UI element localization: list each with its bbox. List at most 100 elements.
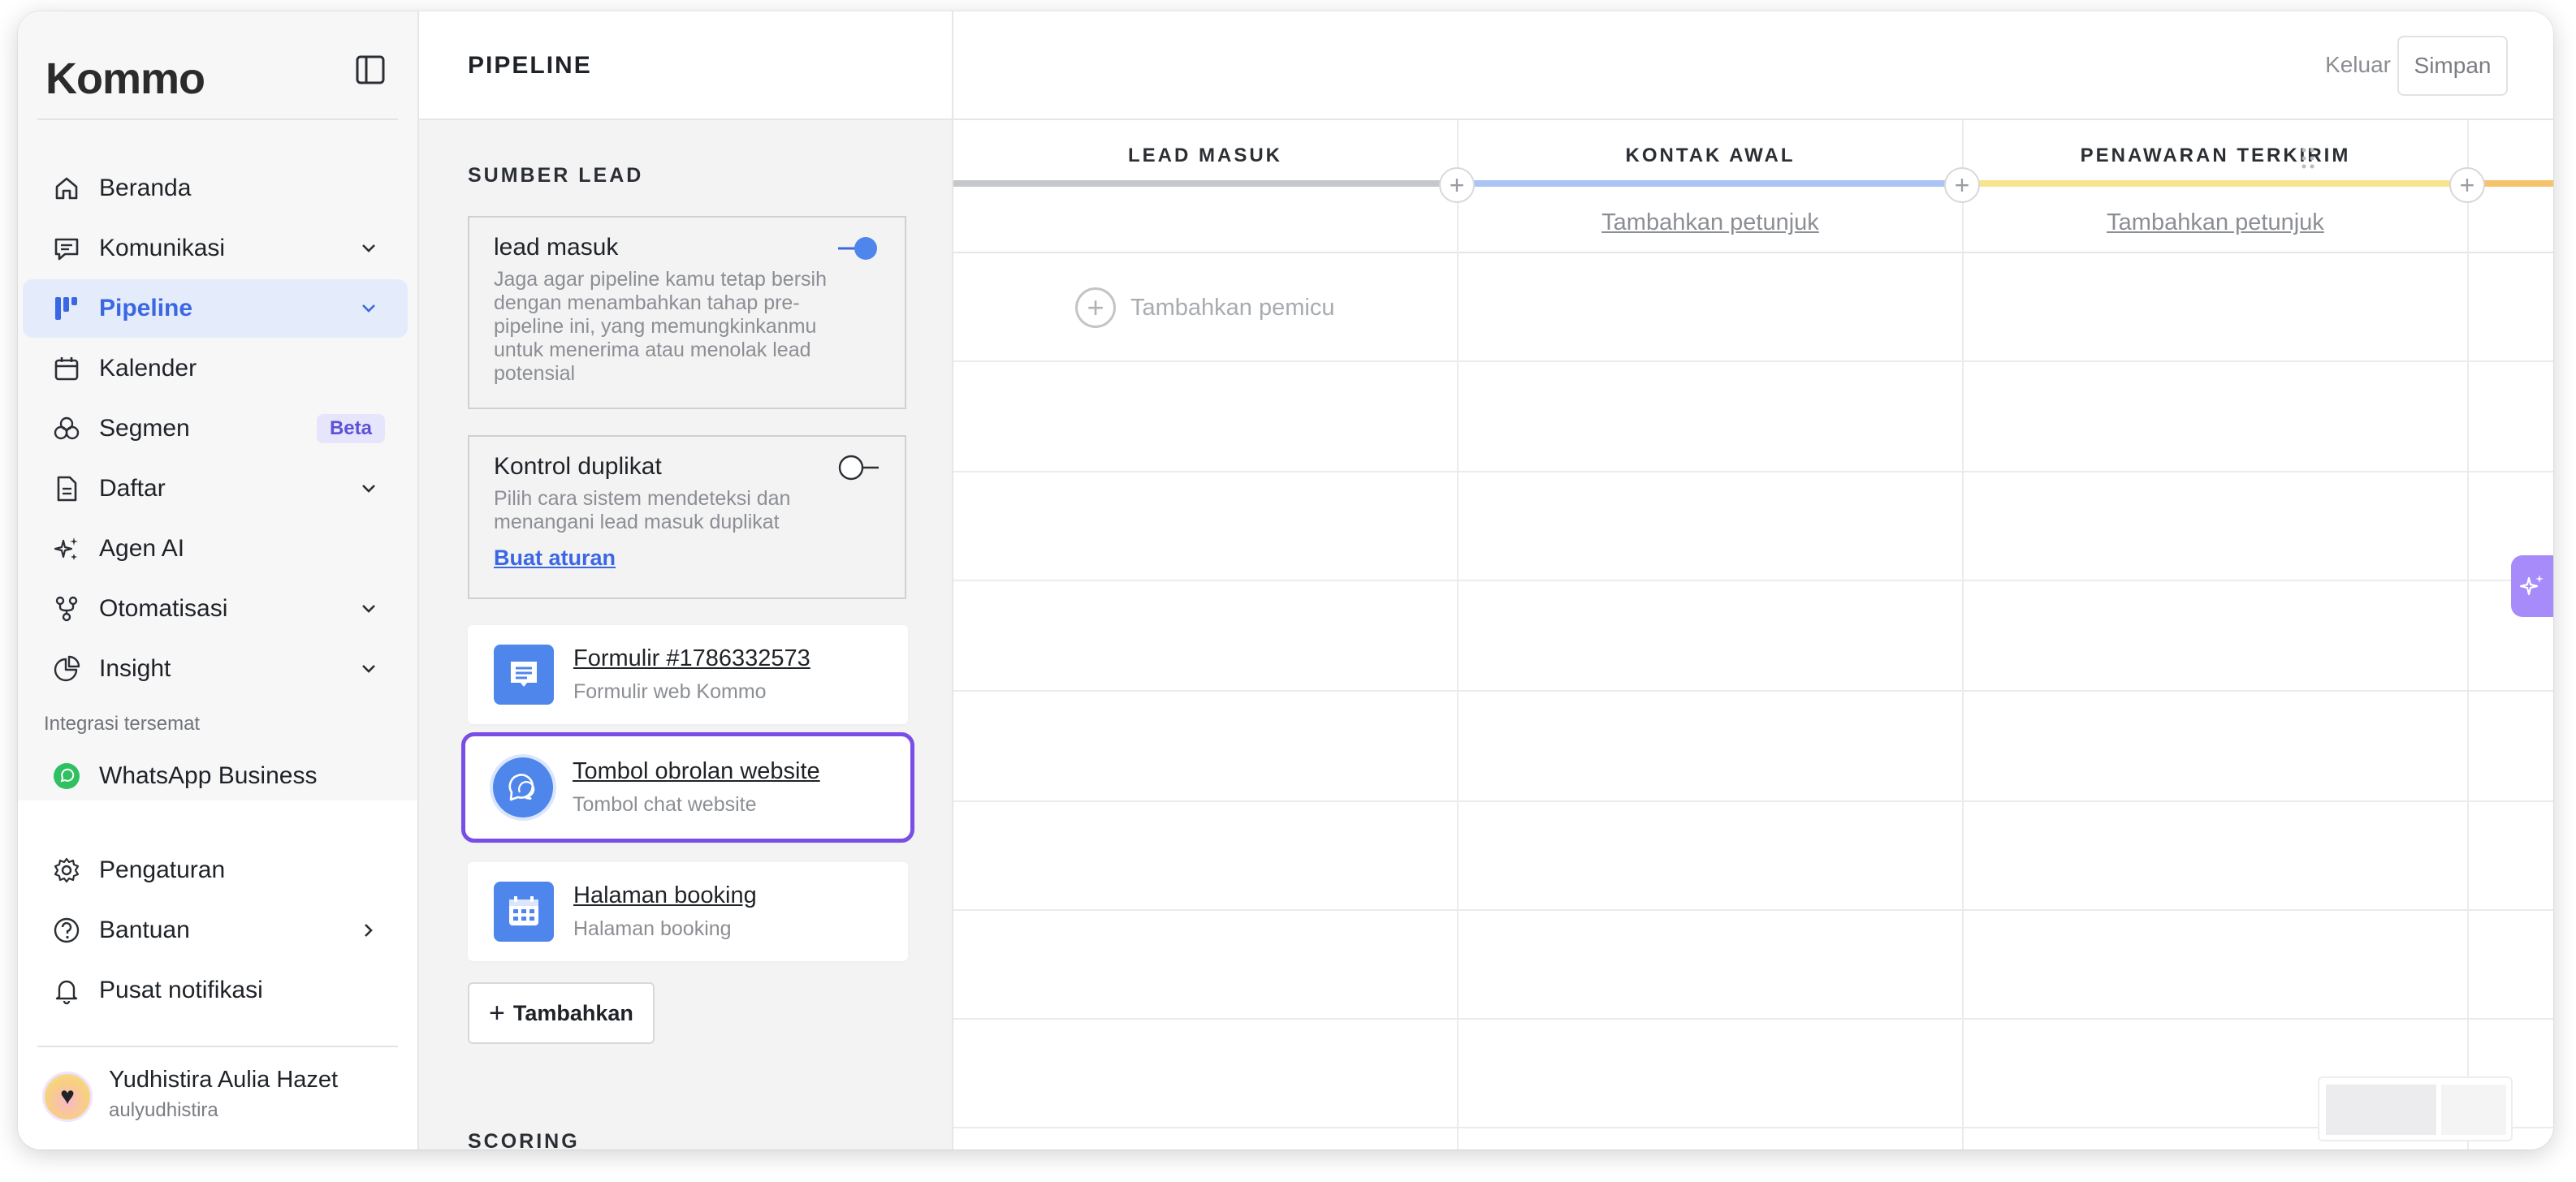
row-divider [953, 580, 2553, 581]
pipeline-settings-panel: PIPELINE SUMBER LEAD lead masuk Jaga aga… [419, 11, 953, 1150]
add-hint-link[interactable]: Tambahkan petunjuk [1964, 209, 2467, 236]
sidebar-item-segmen[interactable]: Segmen Beta [23, 399, 408, 458]
source-name[interactable]: Tombol obrolan website [573, 758, 820, 785]
plus-icon: + [489, 997, 505, 1029]
row-divider [953, 909, 2553, 911]
sidebar-item-otomatisasi[interactable]: Otomatisasi [23, 580, 408, 638]
calendar-icon [50, 352, 83, 385]
row-divider [953, 1018, 2553, 1020]
avatar[interactable]: ♥ [42, 1072, 93, 1122]
sidebar-item-label: Agen AI [99, 535, 185, 562]
minimap-rest [2441, 1085, 2506, 1135]
ai-assistant-button[interactable] [2511, 555, 2553, 617]
sidebar-item-label: Kalender [99, 355, 197, 382]
plus-circle-icon: + [1075, 287, 1116, 328]
duplicate-control-title: Kontrol duplikat [494, 453, 662, 480]
sidebar-item-agen-ai[interactable]: Agen AI [23, 520, 408, 578]
sidebar-item-daftar[interactable]: Daftar [23, 459, 408, 518]
chevron-down-icon[interactable] [357, 297, 380, 320]
chevron-down-icon[interactable] [357, 597, 380, 620]
sparkles-icon [50, 533, 83, 565]
row-divider [953, 690, 2553, 692]
add-source-label: Tambahkan [512, 1000, 633, 1025]
sidebar-item-label: WhatsApp Business [99, 762, 318, 789]
chevron-down-icon[interactable] [357, 237, 380, 260]
add-hint-link[interactable]: Tambahkan petunjuk [1459, 209, 1962, 236]
row-divider [953, 360, 2553, 362]
stage-title: LEAD MASUK [1128, 145, 1282, 166]
lead-source-chat-button[interactable]: Tombol obrolan website Tombol chat websi… [461, 732, 914, 843]
lead-source-form[interactable]: Formulir #1786332573 Formulir web Kommo [468, 625, 908, 724]
sidebar-item-komunikasi[interactable]: Komunikasi [23, 219, 408, 278]
stage-title: KONTAK AWAL [1625, 145, 1796, 166]
add-stage-button[interactable]: + [1439, 167, 1475, 203]
stage-column-kontak-awal: KONTAK AWAL Tambahkan petunjuk [1459, 120, 1962, 253]
integrations-label: Integrasi tersemat [44, 713, 201, 735]
add-source-button[interactable]: + Tambahkan [468, 982, 655, 1044]
gear-icon [50, 854, 83, 886]
automation-icon [50, 593, 83, 625]
sidebar-item-notifikasi[interactable]: Pusat notifikasi [23, 961, 408, 1020]
minimap-viewport[interactable] [2326, 1085, 2436, 1135]
add-stage-button[interactable]: + [2449, 167, 2485, 203]
incoming-lead-toggle[interactable] [836, 234, 880, 263]
bell-icon [50, 974, 83, 1007]
settings-header: PIPELINE [419, 11, 952, 120]
sidebar-item-whatsapp[interactable]: WhatsApp Business [23, 747, 408, 805]
row-divider [953, 1127, 2553, 1128]
chevron-down-icon[interactable] [357, 477, 380, 500]
row-divider [953, 800, 2553, 802]
source-name[interactable]: Halaman booking [573, 882, 757, 909]
drag-handle-icon[interactable] [2300, 146, 2316, 170]
sidebar-item-bantuan[interactable]: Bantuan [23, 901, 408, 960]
sidebar-item-label: Komunikasi [99, 235, 226, 261]
chevron-right-icon[interactable] [357, 919, 380, 942]
lead-source-booking[interactable]: Halaman booking Halaman booking [468, 862, 908, 961]
cancel-button[interactable]: Keluar [2325, 52, 2391, 78]
message-icon [50, 232, 83, 265]
sidebar-item-label: Pengaturan [99, 856, 226, 883]
lead-sources-title: SUMBER LEAD [468, 164, 644, 187]
stage-color-bar [1964, 180, 2467, 187]
sidebar-item-label: Segmen [99, 415, 190, 442]
stage-title: PENAWARAN TERKIRIM [2080, 145, 2351, 166]
document-icon [50, 472, 83, 505]
column-divider [1962, 120, 1964, 1150]
sidebar-item-kalender[interactable]: Kalender [23, 339, 408, 398]
chevron-down-icon[interactable] [357, 658, 380, 680]
duplicate-control-toggle[interactable] [836, 453, 880, 482]
column-divider [1457, 120, 1459, 1150]
app-window: Kommo Beranda Komunikasi Pipeline Kalend… [18, 11, 2553, 1150]
user-handle: aulyudhistira [109, 1099, 218, 1121]
sidebar-item-pipeline[interactable]: Pipeline [23, 279, 408, 338]
home-icon [50, 172, 83, 205]
board-minimap[interactable] [2318, 1076, 2513, 1141]
sidebar-item-label: Daftar [99, 475, 166, 502]
sidebar-item-pengaturan[interactable]: Pengaturan [23, 841, 408, 899]
incoming-lead-title: lead masuk [494, 234, 619, 261]
sidebar-divider [37, 119, 398, 120]
save-button[interactable]: Simpan [2397, 36, 2508, 96]
column-divider [2467, 120, 2469, 1150]
stage-column-penawaran-terkirim: PENAWARAN TERKIRIM Tambahkan petunjuk [1964, 120, 2467, 253]
add-trigger-button[interactable]: + Tambahkan pemicu [1075, 287, 1334, 328]
create-rule-link[interactable]: Buat aturan [494, 546, 616, 571]
sidebar-item-label: Otomatisasi [99, 595, 228, 622]
pipeline-icon [50, 292, 83, 325]
source-subtitle: Formulir web Kommo [573, 680, 767, 703]
source-name[interactable]: Formulir #1786332573 [573, 645, 810, 672]
logo-text: Kommo [45, 54, 205, 103]
user-name: Yudhistira Aulia Hazet [109, 1067, 339, 1093]
kommo-logo[interactable]: Kommo [45, 54, 205, 103]
sidebar-collapse-icon[interactable] [348, 47, 393, 93]
add-stage-button[interactable]: + [1944, 167, 1980, 203]
chat-bubble-icon [493, 757, 553, 817]
sidebar-divider [37, 1046, 398, 1047]
segments-icon [50, 412, 83, 445]
sidebar-item-beranda[interactable]: Beranda [23, 159, 408, 218]
row-divider [953, 471, 2553, 472]
sidebar-item-insight[interactable]: Insight [23, 640, 408, 698]
scoring-title: SCORING [468, 1130, 580, 1150]
pipeline-board: Keluar Simpan LEAD MASUK KONTAK AWAL Tam… [953, 11, 2553, 1150]
sidebar-item-label: Bantuan [99, 917, 190, 943]
